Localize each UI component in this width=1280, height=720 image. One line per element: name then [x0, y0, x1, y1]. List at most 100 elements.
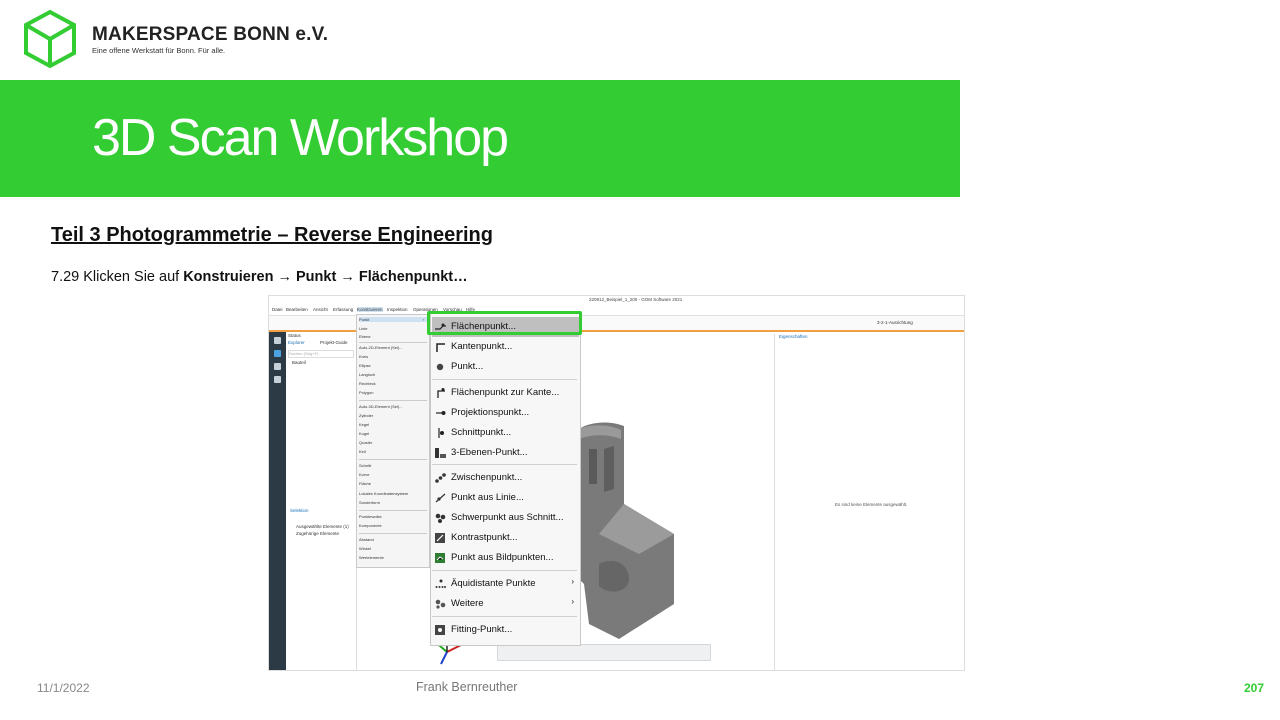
menu-item-centroid-from-section[interactable]: Schwerpunkt aus Schnitt...	[432, 508, 579, 528]
instruction-step-construct: Konstruieren	[183, 269, 274, 285]
explorer-search-input[interactable]: Suchen (Strg+F)	[288, 350, 354, 358]
properties-empty-message: Es sind keine Elemente ausgewählt.	[835, 502, 908, 507]
submenu-item[interactable]: Wertelemente	[359, 555, 427, 560]
submenu-item[interactable]: Abstand	[359, 537, 427, 542]
submenu-item[interactable]: Quader	[359, 440, 427, 445]
selection-item[interactable]: Zugehörige Elemente	[296, 531, 339, 536]
submenu-item[interactable]: Auto-3D-Element (Sel)...	[359, 404, 427, 409]
explorer-panel: Status Explorer Projekt-Guide Suchen (St…	[286, 332, 357, 670]
menu-item-intermediate-point[interactable]: Zwischenpunkt...	[432, 468, 579, 488]
submenu-item[interactable]: Rechteck	[359, 381, 427, 386]
submenu-item[interactable]: Zylinder	[359, 413, 427, 418]
surface-edge-point-icon	[437, 388, 445, 398]
submenu-item[interactable]: Komponente	[359, 523, 427, 528]
more-points-icon	[435, 599, 446, 609]
home-icon[interactable]	[274, 337, 281, 344]
chevron-right-icon: ›	[571, 577, 574, 586]
tab-project-guide[interactable]: Projekt-Guide	[320, 340, 360, 345]
tab-properties[interactable]: Eigenschaften	[779, 334, 808, 339]
3d-viewport[interactable]	[579, 334, 775, 670]
search-icon[interactable]	[274, 350, 281, 357]
page-number: 207	[1244, 681, 1265, 695]
instruction-prefix: 7.29 Klicken Sie auf	[51, 269, 184, 285]
scanned-part-model	[579, 422, 674, 639]
submenu-item[interactable]: Lokales Koordinatensystem	[359, 491, 427, 496]
menu-item-equidistant-points[interactable]: Äquidistante Punkte ›	[432, 574, 579, 594]
submenu-item[interactable]: Kreis	[359, 354, 427, 359]
left-navigation-bar	[269, 332, 286, 670]
submenu-item-punkt[interactable]: Punkt ›	[359, 317, 427, 322]
menu-item-point-from-image-points[interactable]: Punkt aus Bildpunkten...	[432, 548, 579, 568]
document-icon[interactable]	[274, 363, 281, 370]
menu-konstruieren[interactable]: Konstruieren	[357, 307, 383, 312]
status-label: Status	[288, 333, 301, 338]
menu-item-point[interactable]: Punkt...	[432, 357, 579, 377]
submenu-item[interactable]: Keil	[359, 449, 427, 454]
menu-inspektion[interactable]: Inspektion	[387, 307, 408, 312]
grid-icon[interactable]	[274, 376, 281, 383]
submenu-item[interactable]: Punktewolke	[359, 514, 427, 519]
submenu-item[interactable]: Auto-2D-Element (Sel)...	[359, 345, 427, 350]
submenu-item[interactable]: Langloch	[359, 372, 427, 377]
submenu-item[interactable]: Linie	[359, 326, 427, 331]
instruction-step-point: Punkt	[296, 269, 337, 285]
footer-date: 11/1/2022	[37, 681, 90, 695]
menu-item-3-plane-point[interactable]: 3-Ebenen-Punkt...	[432, 443, 579, 463]
projection-point-icon	[436, 411, 446, 415]
hexagon-cube-logo-icon	[24, 9, 76, 69]
point-icon	[436, 363, 444, 371]
org-name: MAKERSPACE BONN e.V.	[92, 24, 329, 45]
menu-item-contrast-point[interactable]: Kontrastpunkt...	[432, 528, 579, 548]
submenu-item[interactable]: Ellipse	[359, 363, 427, 368]
tree-item-bauteil[interactable]: Bauteil	[292, 360, 306, 365]
org-tagline: Eine offene Werkstatt für Bonn. Für alle…	[92, 46, 226, 55]
contrast-point-icon	[435, 533, 445, 543]
menu-item-intersection-point[interactable]: Schnittpunkt...	[432, 423, 579, 443]
submenu-item[interactable]: Fläche	[359, 481, 427, 486]
window-title: 220912_Beispiel_1_200 - GOM Software 202…	[589, 297, 683, 302]
menu-item-point-from-line[interactable]: Punkt aus Linie...	[432, 488, 579, 508]
image-points-icon	[435, 553, 445, 563]
menu-item-more[interactable]: Weitere ›	[432, 594, 579, 614]
submenu-item[interactable]: Ebene	[359, 334, 427, 339]
menu-item-surface-point-to-edge[interactable]: Flächenpunkt zur Kante...	[432, 383, 579, 403]
submenu-item[interactable]: Schnitt	[359, 463, 427, 468]
arrow-right-icon: →	[277, 269, 292, 285]
tab-selection[interactable]: Selektion	[290, 508, 309, 513]
menu-item-edge-point[interactable]: Kantenpunkt...	[432, 337, 579, 357]
menu-item-projection-point[interactable]: Projektionspunkt...	[432, 403, 579, 423]
menu-bearbeiten[interactable]: Bearbeiten	[286, 307, 308, 312]
three-plane-point-icon	[435, 448, 446, 458]
submenu-item[interactable]: Sonderform	[359, 500, 427, 505]
point-menu: Flächenpunkt... Kantenpunkt... Punkt... …	[430, 313, 581, 646]
menu-ansicht[interactable]: Ansicht	[313, 307, 328, 312]
submenu-item[interactable]: Kegel	[359, 422, 427, 427]
instruction-step-surface-point: Flächenpunkt…	[358, 269, 468, 285]
menu-item-fitting-point[interactable]: Fitting-Punkt...	[432, 620, 579, 640]
submenu-item[interactable]: Kugel	[359, 431, 427, 436]
gom-software-screenshot: 220912_Beispiel_1_200 - GOM Software 202…	[268, 295, 965, 671]
centroid-icon	[435, 513, 446, 523]
alignment-tool-button[interactable]: 3-2-1-Ausrichtung	[877, 320, 913, 325]
arrow-right-icon: →	[340, 269, 355, 285]
footer-author: Frank Bernreuther	[416, 680, 518, 694]
slide-title: 3D Scan Workshop	[92, 109, 509, 167]
highlight-frame	[427, 311, 582, 335]
edge-point-icon	[436, 343, 445, 352]
submenu-item[interactable]: Polygon	[359, 390, 427, 395]
chevron-right-icon: ›	[571, 597, 574, 606]
selection-item[interactable]: Ausgewählte Elemente (1)	[296, 524, 349, 529]
submenu-item[interactable]: Winkel	[359, 546, 427, 551]
instruction-text: 7.29 Klicken Sie auf Konstruieren → Punk…	[51, 269, 468, 285]
submenu-item[interactable]: Kurve	[359, 472, 427, 477]
menu-erfassung[interactable]: Erfassung	[333, 307, 353, 312]
equidistant-points-icon	[435, 579, 446, 588]
properties-panel: Eigenschaften Es sind keine Elemente aus…	[775, 332, 964, 670]
construct-submenu: Punkt › Linie Ebene Auto-2D-Element (Sel)…	[356, 314, 430, 568]
fitting-point-icon	[435, 625, 445, 635]
intersection-point-icon	[438, 428, 444, 438]
menu-datei[interactable]: Datei	[272, 307, 283, 312]
tab-explorer[interactable]: Explorer	[288, 340, 318, 345]
point-from-line-icon	[435, 493, 446, 503]
view-toolbar	[497, 644, 711, 661]
